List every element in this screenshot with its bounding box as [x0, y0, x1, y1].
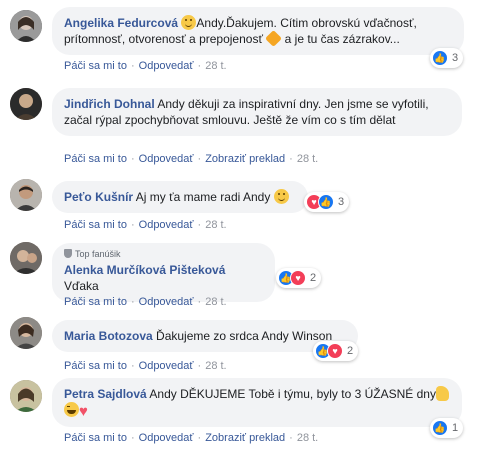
comment-author[interactable]: Petra Sajdlová — [64, 387, 147, 401]
reply-link[interactable]: Odpovedať — [139, 60, 194, 72]
avatar[interactable] — [10, 317, 42, 349]
reactions-summary[interactable]: 👍 1 — [430, 418, 464, 438]
like-reaction-icon: 👍 — [432, 420, 448, 436]
comment-author[interactable]: Jindřich Dohnal — [64, 97, 155, 111]
like-link[interactable]: Páči sa mi to — [64, 296, 127, 308]
reply-link[interactable]: Odpovedať — [139, 360, 194, 372]
like-link[interactable]: Páči sa mi to — [64, 432, 127, 444]
like-link[interactable]: Páči sa mi to — [64, 360, 127, 372]
timestamp[interactable]: 28 t. — [297, 432, 318, 444]
comment-bubble: Peťo Kušnír Aj my ťa mame radi Andy — [52, 181, 308, 213]
avatar[interactable] — [10, 10, 42, 42]
sun-emoji-icon — [265, 30, 283, 47]
comment-text: Andy DĚKUJEME Tobě i týmu, byly to 3 ÚŽA… — [149, 387, 414, 401]
heart-emoji-icon: ♥ — [79, 403, 88, 420]
timestamp[interactable]: 28 t. — [205, 360, 226, 372]
comment-actions: Páči sa mi to · Odpovedať · Zobraziť preklad… — [64, 153, 319, 165]
timestamp[interactable]: 28 t. — [205, 219, 226, 231]
comment-text: Vďaka — [64, 279, 99, 293]
reply-link[interactable]: Odpovedať — [139, 153, 194, 165]
show-translation-link[interactable]: Zobraziť preklad — [205, 432, 285, 444]
timestamp[interactable]: 28 t. — [205, 60, 226, 72]
avatar[interactable] — [10, 88, 42, 120]
laughing-emoji-icon — [64, 402, 79, 417]
like-reaction-icon: 👍 — [318, 194, 334, 210]
reactions-summary[interactable]: 👍 ♥ 2 — [276, 268, 322, 288]
comment-author[interactable]: Maria Botozova — [64, 329, 153, 343]
comment-bubble: Jindřich Dohnal Andy děkuji za inspirati… — [52, 88, 462, 136]
love-reaction-icon: ♥ — [290, 270, 306, 286]
smile-emoji-icon — [181, 15, 197, 30]
comment-author[interactable]: Angelika Fedurcová — [64, 16, 178, 30]
comment-actions: Páči sa mi to · Odpovedať · Zobraziť preklad… — [64, 432, 319, 444]
comment-actions: Páči sa mi to · Odpovedať · 28 t. — [64, 296, 227, 308]
show-translation-link[interactable]: Zobraziť preklad — [205, 153, 285, 165]
comment-bubble: Top fanúšik Alenka Murčíková Pišteková V… — [52, 243, 275, 302]
comment-actions: Páči sa mi to · Odpovedať · 28 t. — [64, 60, 227, 72]
avatar[interactable] — [10, 242, 42, 274]
badge-label: Top fanúšik — [75, 249, 121, 259]
avatar[interactable] — [10, 179, 42, 211]
reply-link[interactable]: Odpovedať — [139, 432, 194, 444]
like-link[interactable]: Páči sa mi to — [64, 153, 127, 165]
reactions-summary[interactable]: ♥ 👍 3 — [304, 192, 350, 212]
comment-author[interactable]: Alenka Murčíková Pišteková — [64, 263, 225, 277]
reaction-count: 3 — [452, 52, 459, 64]
reactions-summary[interactable]: 👍 ♥ 2 — [313, 341, 359, 361]
reply-link[interactable]: Odpovedať — [139, 296, 194, 308]
comment-text: a je tu čas zázrakov... — [284, 32, 400, 46]
comment-bubble: Maria Botozova Ďakujeme zo srdca Andy Wi… — [52, 320, 358, 352]
reaction-count: 2 — [347, 345, 354, 357]
comment-bubble: Angelika Fedurcová Andy.Ďakujem. Cítim o… — [52, 7, 464, 55]
comment-actions: Páči sa mi to · Odpovedať · 28 t. — [64, 360, 227, 372]
like-reaction-icon: 👍 — [432, 50, 448, 66]
comment-text: Ďakujeme zo srdca Andy Winson — [156, 329, 333, 343]
love-reaction-icon: ♥ — [327, 343, 343, 359]
top-fan-badge[interactable]: Top fanúšik — [64, 248, 263, 260]
avatar[interactable] — [10, 380, 42, 412]
comment-text: dny — [416, 387, 436, 401]
reaction-count: 3 — [338, 196, 345, 208]
like-link[interactable]: Páči sa mi to — [64, 219, 127, 231]
reaction-count: 2 — [310, 272, 317, 284]
thumbs-up-emoji-icon — [435, 386, 449, 401]
comment-text: Aj my ťa mame radi Andy — [135, 190, 271, 204]
comment-actions: Páči sa mi to · Odpovedať · 28 t. — [64, 219, 227, 231]
timestamp[interactable]: 28 t. — [205, 296, 226, 308]
smile-emoji-icon — [273, 189, 289, 204]
comment-author[interactable]: Peťo Kušnír — [64, 190, 133, 204]
reply-link[interactable]: Odpovedať — [139, 219, 194, 231]
reactions-summary[interactable]: 👍 3 — [430, 48, 464, 68]
timestamp[interactable]: 28 t. — [297, 153, 318, 165]
reaction-count: 1 — [452, 422, 459, 434]
badge-shield-icon — [64, 249, 72, 258]
like-link[interactable]: Páči sa mi to — [64, 60, 127, 72]
comment-bubble: Petra Sajdlová Andy DĚKUJEME Tobě i týmu… — [52, 378, 462, 427]
